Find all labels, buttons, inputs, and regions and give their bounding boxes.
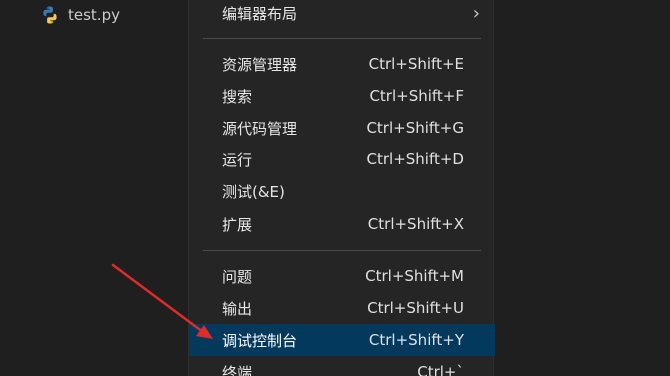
menu-item-shortcut: Ctrl+Shift+Y bbox=[368, 331, 464, 349]
python-icon bbox=[43, 6, 57, 24]
menu-item-debug-console[interactable]: 调试控制台 Ctrl+Shift+Y bbox=[189, 324, 495, 356]
menu-item-run[interactable]: 运行 Ctrl+Shift+D bbox=[189, 143, 495, 175]
view-submenu: 编辑器布局 › 资源管理器 Ctrl+Shift+E 搜索 Ctrl+Shift… bbox=[188, 0, 495, 376]
menu-separator bbox=[203, 38, 481, 39]
menu-item-label: 源代码管理 bbox=[222, 119, 298, 138]
menu-item-label: 终端 bbox=[222, 363, 253, 376]
menu-item-label: 资源管理器 bbox=[222, 55, 298, 74]
editor-window: test.py 编辑器布局 › 资源管理器 Ctrl+Shift+E 搜索 Ct… bbox=[0, 0, 670, 376]
menu-item-explorer[interactable]: 资源管理器 Ctrl+Shift+E bbox=[189, 48, 495, 80]
explorer-file-item[interactable]: test.py bbox=[40, 2, 120, 28]
menu-item-shortcut: Ctrl+Shift+D bbox=[366, 150, 464, 168]
menu-item-label: 搜索 bbox=[222, 87, 253, 106]
menu-item-extensions[interactable]: 扩展 Ctrl+Shift+X bbox=[189, 208, 495, 240]
menu-item-label: 扩展 bbox=[222, 215, 253, 234]
chevron-right-icon: › bbox=[472, 2, 480, 24]
menu-item-testing[interactable]: 测试(&E) bbox=[189, 175, 495, 207]
menu-item-shortcut: Ctrl+Shift+M bbox=[365, 267, 464, 285]
menu-item-shortcut: Ctrl+Shift+E bbox=[368, 55, 464, 73]
menu-item-editor-layout[interactable]: 编辑器布局 › bbox=[189, 0, 495, 29]
menu-item-output[interactable]: 输出 Ctrl+Shift+U bbox=[189, 292, 495, 324]
menu-item-label: 运行 bbox=[222, 150, 253, 169]
menu-item-label: 编辑器布局 bbox=[222, 4, 298, 23]
menu-item-shortcut: Ctrl+Shift+F bbox=[369, 87, 464, 105]
menu-item-shortcut: Ctrl+Shift+G bbox=[366, 119, 464, 137]
menu-item-source-control[interactable]: 源代码管理 Ctrl+Shift+G bbox=[189, 112, 495, 144]
menu-item-search[interactable]: 搜索 Ctrl+Shift+F bbox=[189, 80, 495, 112]
file-name-label: test.py bbox=[68, 6, 120, 24]
menu-item-shortcut: Ctrl+` bbox=[417, 363, 464, 376]
menu-item-shortcut: Ctrl+Shift+X bbox=[367, 215, 464, 233]
menu-item-terminal[interactable]: 终端 Ctrl+` bbox=[189, 356, 495, 376]
menu-item-problems[interactable]: 问题 Ctrl+Shift+M bbox=[189, 260, 495, 292]
menu-item-shortcut: Ctrl+Shift+U bbox=[367, 299, 464, 317]
menu-item-label: 输出 bbox=[222, 299, 253, 318]
menu-separator bbox=[203, 250, 481, 251]
menu-item-label: 测试(&E) bbox=[222, 182, 285, 201]
menu-item-label: 问题 bbox=[222, 267, 253, 286]
menu-item-label: 调试控制台 bbox=[222, 331, 298, 350]
